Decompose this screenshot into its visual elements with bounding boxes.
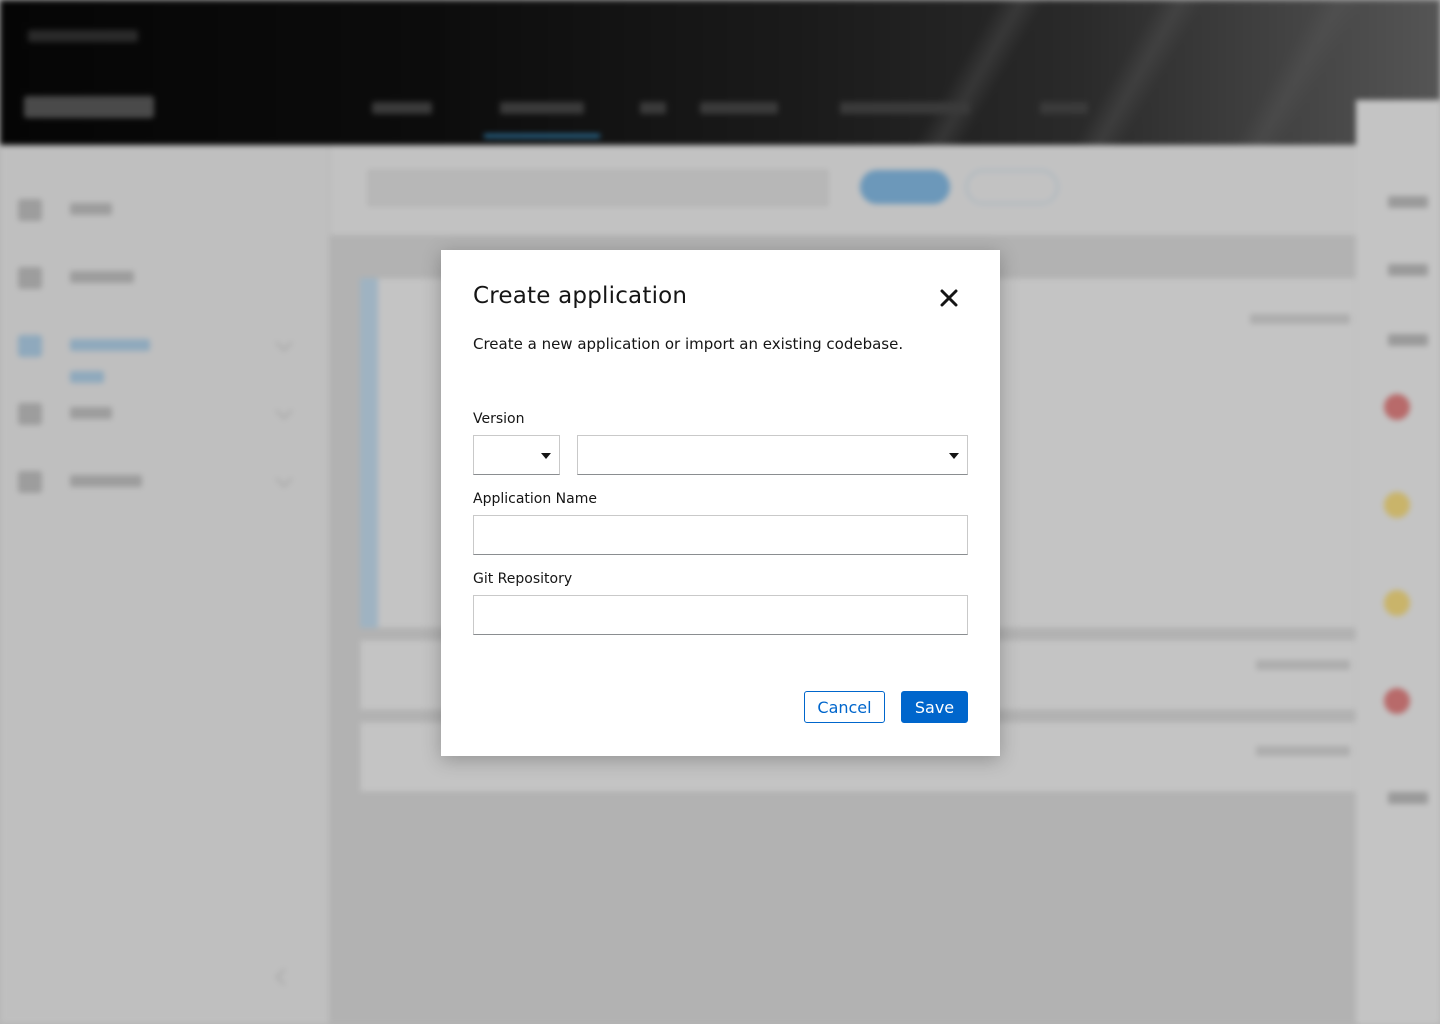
toolbar-secondary-button bbox=[966, 170, 1058, 204]
sidebar-item-label bbox=[70, 407, 112, 419]
error-icon bbox=[1384, 688, 1410, 714]
modal-title: Create application bbox=[473, 283, 688, 309]
sidebar-item-label bbox=[70, 271, 134, 283]
sidebar-item-label bbox=[70, 203, 112, 215]
brand-logo bbox=[24, 96, 154, 118]
warning-icon bbox=[1384, 492, 1410, 518]
card-accent bbox=[360, 278, 378, 628]
git-repository-input[interactable] bbox=[473, 595, 968, 635]
card-line bbox=[1256, 660, 1350, 670]
application-name-input[interactable] bbox=[473, 515, 968, 555]
settings-icon bbox=[18, 471, 42, 493]
chevron-icon bbox=[275, 402, 293, 420]
sidebar bbox=[0, 145, 330, 1024]
drawer-item bbox=[1388, 196, 1428, 208]
close-icon bbox=[937, 289, 961, 307]
chevron-icon bbox=[275, 334, 293, 352]
collapse-icon bbox=[275, 968, 293, 986]
drawer-item bbox=[1388, 334, 1428, 346]
sidebar-item-label bbox=[70, 371, 104, 383]
toolbar-primary-button bbox=[860, 170, 950, 204]
nav-tab bbox=[700, 102, 778, 114]
version-select[interactable] bbox=[577, 435, 968, 475]
error-icon bbox=[1384, 394, 1410, 420]
sidebar-item-label bbox=[70, 475, 142, 487]
sidebar-item-label bbox=[70, 339, 150, 351]
drawer-item bbox=[1388, 792, 1428, 804]
chevron-icon bbox=[275, 470, 293, 488]
nav-tab bbox=[372, 102, 432, 114]
brand-caption bbox=[28, 30, 138, 42]
caret-down-icon bbox=[541, 453, 551, 459]
masthead bbox=[0, 0, 1440, 145]
close-button[interactable] bbox=[937, 286, 961, 310]
home-icon bbox=[18, 199, 42, 221]
save-button[interactable]: Save bbox=[901, 691, 968, 723]
nav-tab bbox=[840, 102, 970, 114]
application-name-label: Application Name bbox=[473, 491, 597, 507]
filter-select bbox=[368, 170, 828, 206]
git-repository-label: Git Repository bbox=[473, 571, 573, 587]
drawer-item bbox=[1388, 264, 1428, 276]
nav-tab bbox=[640, 102, 666, 114]
overview-icon bbox=[18, 267, 42, 289]
warning-icon bbox=[1384, 590, 1410, 616]
modal-description: Create a new application or import an ex… bbox=[473, 335, 904, 353]
card-line bbox=[1256, 746, 1350, 756]
applications-icon bbox=[18, 335, 42, 357]
version-label: Version bbox=[473, 411, 525, 427]
cancel-button[interactable]: Cancel bbox=[804, 691, 885, 723]
notification-drawer bbox=[1356, 100, 1440, 1024]
code-icon bbox=[18, 403, 42, 425]
create-application-modal: Create application Create a new applicat… bbox=[441, 250, 1000, 756]
nav-tab bbox=[1040, 102, 1088, 114]
runtime-select[interactable] bbox=[473, 435, 560, 475]
caret-down-icon bbox=[949, 453, 959, 459]
nav-tab-active bbox=[484, 102, 600, 138]
card-line bbox=[1250, 314, 1350, 324]
